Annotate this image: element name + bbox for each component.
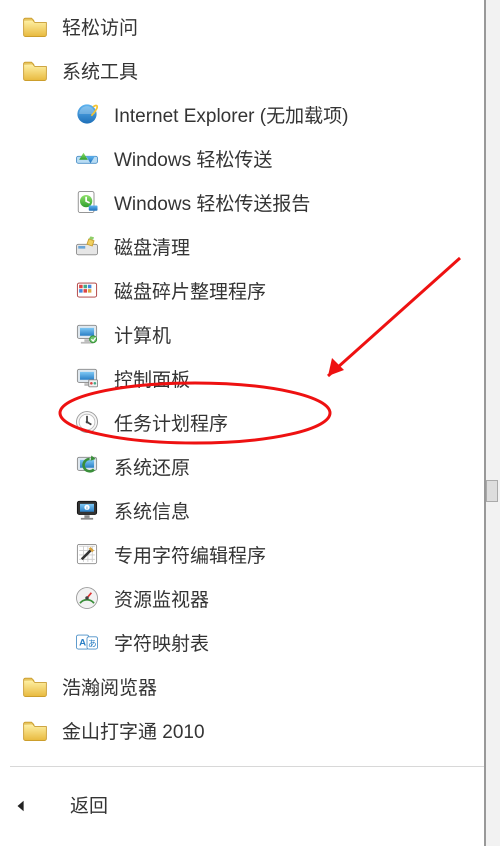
folder-icon bbox=[20, 11, 50, 41]
folder-icon bbox=[20, 671, 50, 701]
back-button[interactable]: 返回 bbox=[0, 767, 500, 818]
menu-item-label: 任务计划程序 bbox=[114, 409, 228, 436]
transfer-report-icon bbox=[72, 187, 102, 217]
menu-item-system-restore[interactable]: 系统还原 bbox=[0, 444, 500, 488]
transfer-icon bbox=[72, 143, 102, 173]
scrollbar-thumb[interactable] bbox=[486, 480, 498, 502]
eudcedit-icon bbox=[72, 539, 102, 569]
svg-text:A: A bbox=[79, 638, 86, 649]
folder-icon bbox=[20, 55, 50, 85]
menu-item-label: 资源监视器 bbox=[114, 585, 209, 612]
menu-item-system-tools[interactable]: 系统工具 bbox=[0, 48, 500, 92]
restore-icon bbox=[72, 451, 102, 481]
defrag-icon bbox=[72, 275, 102, 305]
menu-item-label: 磁盘清理 bbox=[114, 233, 190, 260]
menu-item-label: 控制面板 bbox=[114, 365, 190, 392]
menu-item-kingsoft-typing[interactable]: 金山打字通 2010 bbox=[0, 708, 500, 752]
svg-text:i: i bbox=[86, 506, 87, 511]
menu-item-label: 系统信息 bbox=[114, 497, 190, 524]
menu-item-disk-cleanup[interactable]: 磁盘清理 bbox=[0, 224, 500, 268]
sysinfo-icon: i bbox=[72, 495, 102, 525]
menu-item-label: 磁盘碎片整理程序 bbox=[114, 277, 266, 304]
charmap-icon: Aあ bbox=[72, 627, 102, 657]
menu-item-ie-noaddons[interactable]: Internet Explorer (无加载项) bbox=[0, 92, 500, 136]
folder-icon bbox=[20, 715, 50, 745]
menu-item-label: 系统工具 bbox=[62, 57, 138, 84]
back-label: 返回 bbox=[70, 791, 108, 818]
menu-item-resmon[interactable]: 资源监视器 bbox=[0, 576, 500, 620]
ie-icon bbox=[72, 99, 102, 129]
start-menu-program-list: 轻松访问 系统工具 Internet Explorer (无加载项) Windo… bbox=[0, 0, 500, 818]
menu-item-task-scheduler[interactable]: 任务计划程序 bbox=[0, 400, 500, 444]
menu-item-defrag[interactable]: 磁盘碎片整理程序 bbox=[0, 268, 500, 312]
svg-text:あ: あ bbox=[88, 638, 97, 648]
menu-item-easy-transfer-report[interactable]: Windows 轻松传送报告 bbox=[0, 180, 500, 224]
menu-item-label: 系统还原 bbox=[114, 453, 190, 480]
menu-item-label: 计算机 bbox=[114, 321, 171, 348]
menu-item-label: 浩瀚阅览器 bbox=[62, 673, 157, 700]
resmon-icon bbox=[72, 583, 102, 613]
scrollbar[interactable] bbox=[484, 0, 500, 846]
menu-item-easy-transfer[interactable]: Windows 轻松传送 bbox=[0, 136, 500, 180]
menu-item-control-panel[interactable]: 控制面板 bbox=[0, 356, 500, 400]
disk-clean-icon bbox=[72, 231, 102, 261]
task-scheduler-icon bbox=[72, 407, 102, 437]
menu-item-label: 专用字符编辑程序 bbox=[114, 541, 266, 568]
menu-item-system-info[interactable]: i 系统信息 bbox=[0, 488, 500, 532]
menu-item-haohan-browser[interactable]: 浩瀚阅览器 bbox=[0, 664, 500, 708]
menu-item-label: Internet Explorer (无加载项) bbox=[114, 101, 348, 128]
menu-item-easy-access[interactable]: 轻松访问 bbox=[0, 4, 500, 48]
menu-item-charmap[interactable]: Aあ 字符映射表 bbox=[0, 620, 500, 664]
menu-item-label: Windows 轻松传送报告 bbox=[114, 189, 310, 216]
menu-item-label: Windows 轻松传送 bbox=[114, 145, 272, 172]
menu-item-label: 轻松访问 bbox=[62, 13, 138, 40]
menu-item-label: 字符映射表 bbox=[114, 629, 209, 656]
menu-item-label: 金山打字通 2010 bbox=[62, 717, 205, 744]
back-arrow-icon bbox=[14, 797, 30, 813]
control-panel-icon bbox=[72, 363, 102, 393]
menu-item-eudcedit[interactable]: 专用字符编辑程序 bbox=[0, 532, 500, 576]
menu-item-computer[interactable]: 计算机 bbox=[0, 312, 500, 356]
computer-icon bbox=[72, 319, 102, 349]
